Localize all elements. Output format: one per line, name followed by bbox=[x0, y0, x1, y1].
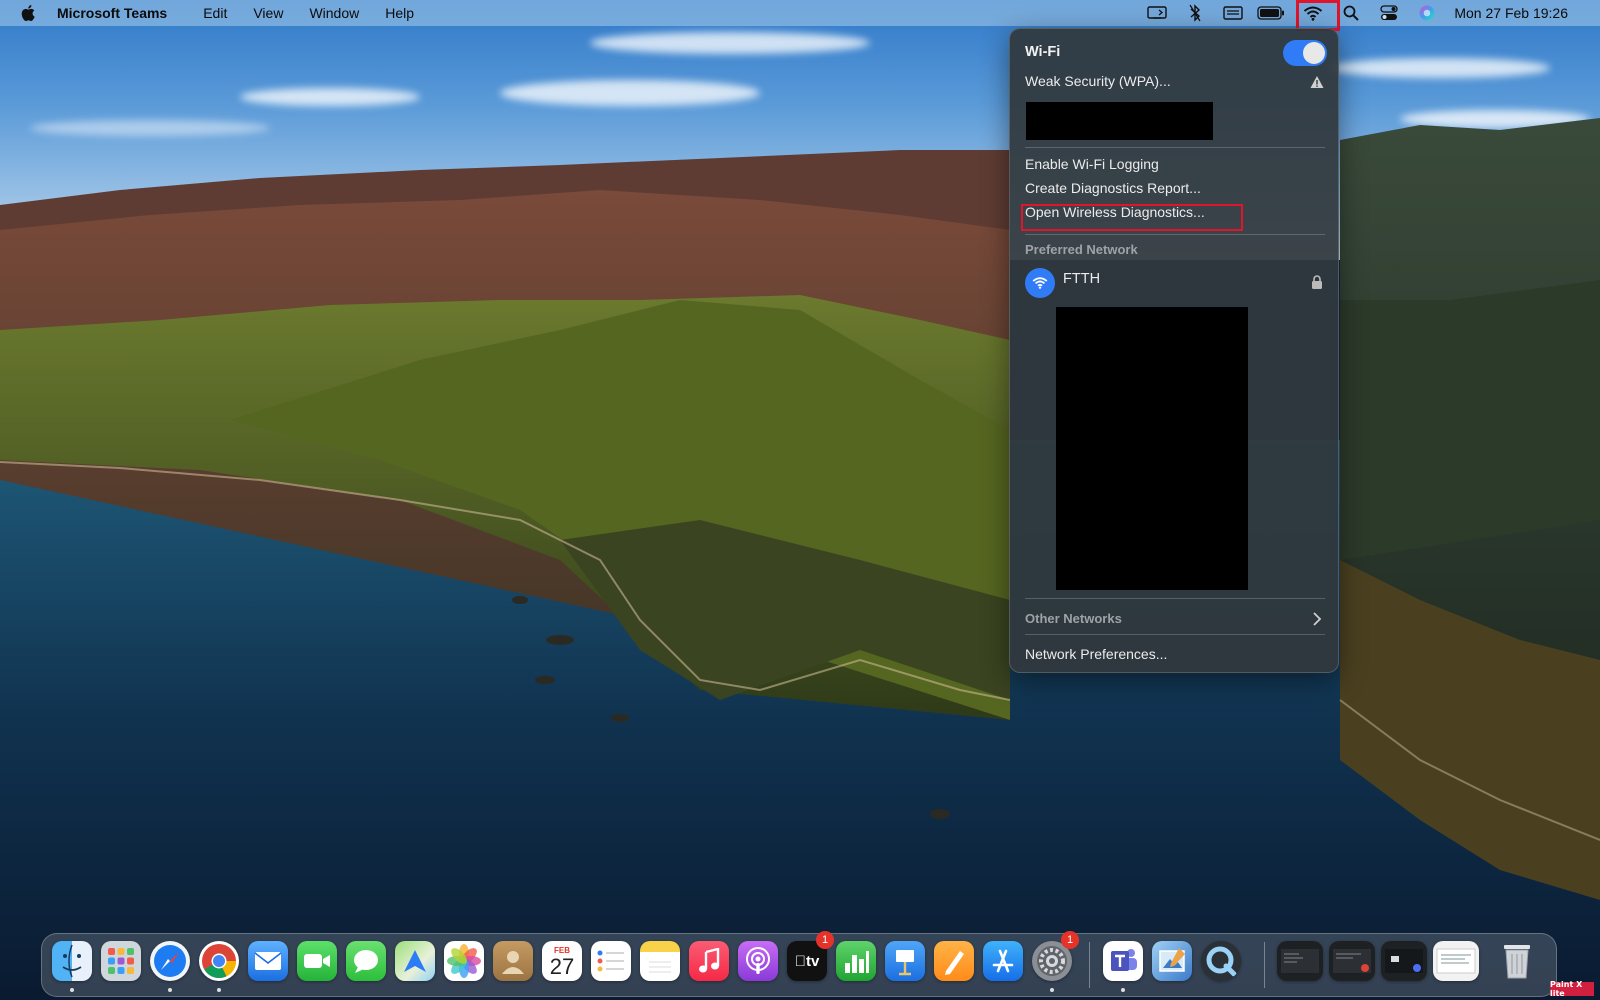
siri-icon[interactable] bbox=[1412, 0, 1442, 26]
dock-contacts-icon[interactable] bbox=[493, 941, 533, 981]
running-indicator bbox=[1050, 988, 1054, 992]
weak-security-item[interactable]: Weak Security (WPA)... bbox=[1025, 73, 1171, 89]
dock: FEB 27 tv 1 1 bbox=[41, 931, 1557, 997]
control-center-icon[interactable] bbox=[1374, 0, 1404, 26]
running-indicator bbox=[217, 988, 221, 992]
menu-window[interactable]: Window bbox=[309, 5, 359, 21]
dock-facetime-icon[interactable] bbox=[297, 941, 337, 981]
dock-maps-icon[interactable] bbox=[395, 941, 435, 981]
network-ftth[interactable]: FTTH bbox=[1063, 271, 1100, 287]
dock-preview-icon[interactable] bbox=[1152, 941, 1192, 981]
menu-separator bbox=[1025, 634, 1325, 635]
running-indicator bbox=[168, 988, 172, 992]
dock-divider bbox=[1089, 942, 1090, 988]
screen-mirroring-icon[interactable] bbox=[1142, 0, 1172, 26]
dock-chrome-icon[interactable] bbox=[199, 941, 239, 981]
dock-calendar-icon[interactable]: FEB 27 bbox=[542, 941, 582, 981]
minimized-window-thumbnail[interactable] bbox=[1433, 941, 1479, 981]
toggle-knob bbox=[1303, 42, 1325, 64]
dock-keynote-icon[interactable] bbox=[885, 941, 925, 981]
apple-menu-icon[interactable] bbox=[21, 4, 37, 22]
menubar-clock[interactable]: Mon 27 Feb 19:26 bbox=[1454, 5, 1568, 21]
other-networks-item[interactable]: Other Networks bbox=[1025, 611, 1122, 626]
warning-icon bbox=[1310, 76, 1324, 88]
network-wifi-icon bbox=[1025, 268, 1055, 298]
dock-app-store-icon[interactable] bbox=[983, 941, 1023, 981]
wallpaper-landscape bbox=[0, 118, 1600, 1000]
menu-view[interactable]: View bbox=[253, 5, 283, 21]
dock-podcasts-icon[interactable] bbox=[738, 941, 778, 981]
chevron-right-icon[interactable] bbox=[1312, 612, 1322, 626]
dock-quicktime-icon[interactable] bbox=[1201, 941, 1241, 981]
dock-numbers-icon[interactable] bbox=[836, 941, 876, 981]
dock-microsoft-teams-icon[interactable] bbox=[1103, 941, 1143, 981]
dock-launchpad-icon[interactable] bbox=[101, 941, 141, 981]
network-preferences-item[interactable]: Network Preferences... bbox=[1025, 646, 1167, 662]
system-preferences-notification-badge: 1 bbox=[1061, 931, 1079, 949]
minimized-window-thumbnail[interactable] bbox=[1277, 941, 1323, 981]
dock-messages-icon[interactable] bbox=[346, 941, 386, 981]
redacted-network-details bbox=[1026, 102, 1213, 140]
dock-notes-icon[interactable] bbox=[640, 941, 680, 981]
dock-pages-icon[interactable] bbox=[934, 941, 974, 981]
minimized-window-thumbnail[interactable] bbox=[1329, 941, 1375, 981]
wifi-menu: Wi-Fi Weak Security (WPA)... Enable Wi-F… bbox=[1009, 28, 1339, 673]
dock-safari-icon[interactable] bbox=[150, 941, 190, 981]
status-menus: Mon 27 Feb 19:26 bbox=[1134, 0, 1600, 26]
menu-separator bbox=[1025, 147, 1325, 148]
menu-separator bbox=[1025, 234, 1325, 235]
dock-music-icon[interactable] bbox=[689, 941, 729, 981]
menu-separator bbox=[1025, 598, 1325, 599]
wifi-toggle[interactable] bbox=[1283, 40, 1327, 66]
menu-edit[interactable]: Edit bbox=[203, 5, 227, 21]
active-app-name[interactable]: Microsoft Teams bbox=[57, 5, 167, 21]
enable-wifi-logging-item[interactable]: Enable Wi-Fi Logging bbox=[1025, 156, 1159, 172]
dock-mail-icon[interactable] bbox=[248, 941, 288, 981]
running-indicator bbox=[70, 988, 74, 992]
wifi-icon-highlight bbox=[1296, 0, 1340, 31]
redacted-network-info bbox=[1056, 307, 1248, 590]
diagnostics-highlight bbox=[1021, 204, 1243, 231]
create-diagnostics-report-item[interactable]: Create Diagnostics Report... bbox=[1025, 180, 1201, 196]
wifi-menu-title: Wi-Fi bbox=[1025, 44, 1061, 60]
calendar-day: 27 bbox=[549, 953, 575, 979]
keyboard-input-icon[interactable] bbox=[1218, 0, 1248, 26]
tv-notification-badge: 1 bbox=[816, 931, 834, 949]
lock-icon bbox=[1312, 275, 1322, 289]
dock-photos-icon[interactable] bbox=[444, 941, 484, 981]
menu-bar: Microsoft Teams Edit View Window Help Mo… bbox=[0, 0, 1600, 26]
running-indicator bbox=[1121, 988, 1125, 992]
dock-reminders-icon[interactable] bbox=[591, 941, 631, 981]
watermark-logo: Paint X lite bbox=[1550, 980, 1594, 998]
bluetooth-icon[interactable] bbox=[1180, 0, 1210, 26]
search-icon[interactable] bbox=[1336, 0, 1366, 26]
preferred-network-label: Preferred Network bbox=[1025, 242, 1138, 257]
tv-label: tv bbox=[800, 952, 819, 970]
tv-logo-icon:  bbox=[795, 953, 806, 970]
dock-divider bbox=[1264, 942, 1265, 988]
battery-icon[interactable] bbox=[1256, 0, 1286, 26]
desktop-wallpaper bbox=[0, 0, 1600, 1000]
dock-finder-icon[interactable] bbox=[52, 941, 92, 981]
minimized-window-thumbnail[interactable] bbox=[1381, 941, 1427, 981]
menu-help[interactable]: Help bbox=[385, 5, 414, 21]
dock-trash-icon[interactable] bbox=[1497, 941, 1537, 981]
